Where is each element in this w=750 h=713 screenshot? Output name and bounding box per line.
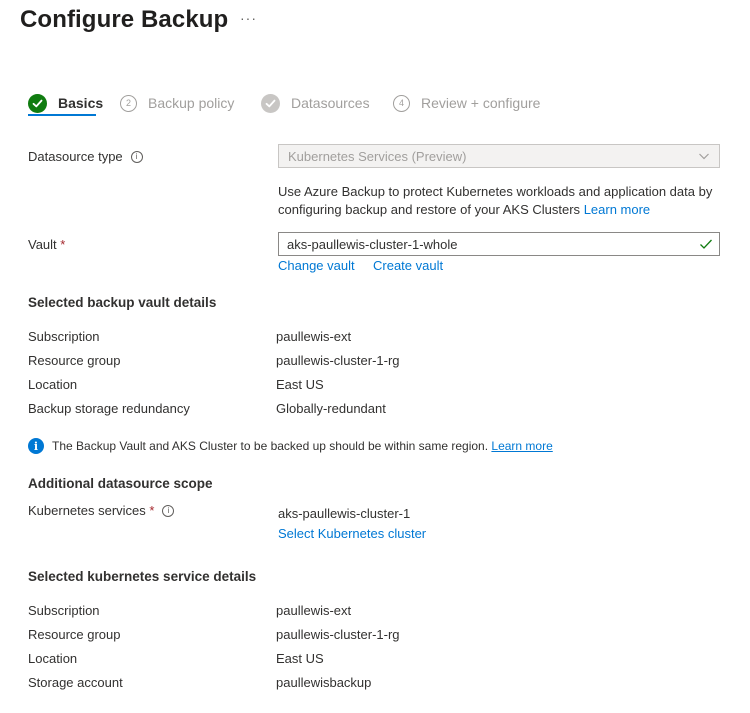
vault-detail-label: Location bbox=[28, 377, 78, 392]
change-vault-link[interactable]: Change vault bbox=[278, 258, 355, 273]
tab-backup-policy[interactable]: 2 Backup policy bbox=[120, 88, 234, 118]
checkmark-icon bbox=[699, 237, 713, 254]
k8s-detail-value: paullewis-ext bbox=[276, 603, 352, 618]
tab-label: Backup policy bbox=[148, 95, 235, 111]
vault-details-heading: Selected backup vault details bbox=[28, 295, 217, 310]
kubernetes-services-label: Kubernetes services * i bbox=[28, 503, 175, 518]
vault-detail-value: East US bbox=[276, 377, 324, 392]
info-icon: i bbox=[28, 438, 44, 454]
tab-label: Review + configure bbox=[421, 95, 541, 111]
vault-detail-label: Backup storage redundancy bbox=[28, 401, 190, 416]
region-notice: i The Backup Vault and AKS Cluster to be… bbox=[28, 438, 553, 454]
checkmark-circle-icon bbox=[28, 93, 47, 113]
k8s-detail-label: Subscription bbox=[28, 603, 100, 618]
tab-datasources[interactable]: Datasources bbox=[261, 88, 370, 118]
vault-detail-label: Resource group bbox=[28, 353, 121, 368]
active-tab-indicator bbox=[28, 114, 96, 116]
k8s-detail-label: Storage account bbox=[28, 675, 123, 690]
required-asterisk: * bbox=[149, 503, 155, 518]
tab-label: Basics bbox=[58, 95, 104, 111]
checkmark-circle-icon bbox=[261, 93, 280, 113]
datasource-type-select[interactable]: Kubernetes Services (Preview) bbox=[278, 144, 720, 168]
wizard-tabs: Basics 2 Backup policy Datasources 4 Rev… bbox=[28, 88, 728, 120]
vault-detail-label: Subscription bbox=[28, 329, 100, 344]
datasource-type-label: Datasource type i bbox=[28, 149, 143, 164]
required-asterisk: * bbox=[60, 237, 66, 252]
info-icon[interactable]: i bbox=[162, 504, 175, 517]
k8s-detail-label: Resource group bbox=[28, 627, 121, 642]
tab-label: Datasources bbox=[291, 95, 370, 111]
chevron-down-icon bbox=[697, 149, 711, 166]
k8s-detail-value: paullewis-cluster-1-rg bbox=[276, 627, 400, 642]
learn-more-link[interactable]: Learn more bbox=[584, 202, 650, 217]
k8s-detail-label: Location bbox=[28, 651, 78, 666]
tab-review-configure[interactable]: 4 Review + configure bbox=[393, 88, 540, 118]
kubernetes-cluster-value: aks-paullewis-cluster-1 bbox=[278, 506, 411, 521]
scope-heading: Additional datasource scope bbox=[28, 476, 213, 491]
create-vault-link[interactable]: Create vault bbox=[373, 258, 443, 273]
info-icon[interactable]: i bbox=[130, 150, 143, 163]
vault-label: Vault * bbox=[28, 237, 66, 252]
step-number-icon: 2 bbox=[120, 94, 137, 112]
page-title: Configure Backup bbox=[20, 6, 229, 33]
vault-value: aks-paullewis-cluster-1-whole bbox=[287, 236, 458, 252]
more-options-button[interactable]: ··· bbox=[240, 10, 257, 26]
notice-text: The Backup Vault and AKS Cluster to be b… bbox=[52, 439, 489, 453]
datasource-type-value: Kubernetes Services (Preview) bbox=[288, 148, 467, 164]
vault-input[interactable]: aks-paullewis-cluster-1-whole bbox=[278, 232, 720, 256]
vault-detail-value: Globally-redundant bbox=[276, 401, 386, 416]
datasource-description: Use Azure Backup to protect Kubernetes w… bbox=[278, 184, 713, 217]
vault-detail-value: paullewis-cluster-1-rg bbox=[276, 353, 400, 368]
select-kubernetes-cluster-link[interactable]: Select Kubernetes cluster bbox=[278, 526, 426, 541]
notice-learn-more-link[interactable]: Learn more bbox=[491, 439, 552, 453]
step-number-icon: 4 bbox=[393, 94, 410, 112]
vault-detail-value: paullewis-ext bbox=[276, 329, 352, 344]
k8s-detail-value: East US bbox=[276, 651, 324, 666]
k8s-detail-value: paullewisbackup bbox=[276, 675, 372, 690]
k8s-details-heading: Selected kubernetes service details bbox=[28, 569, 257, 584]
